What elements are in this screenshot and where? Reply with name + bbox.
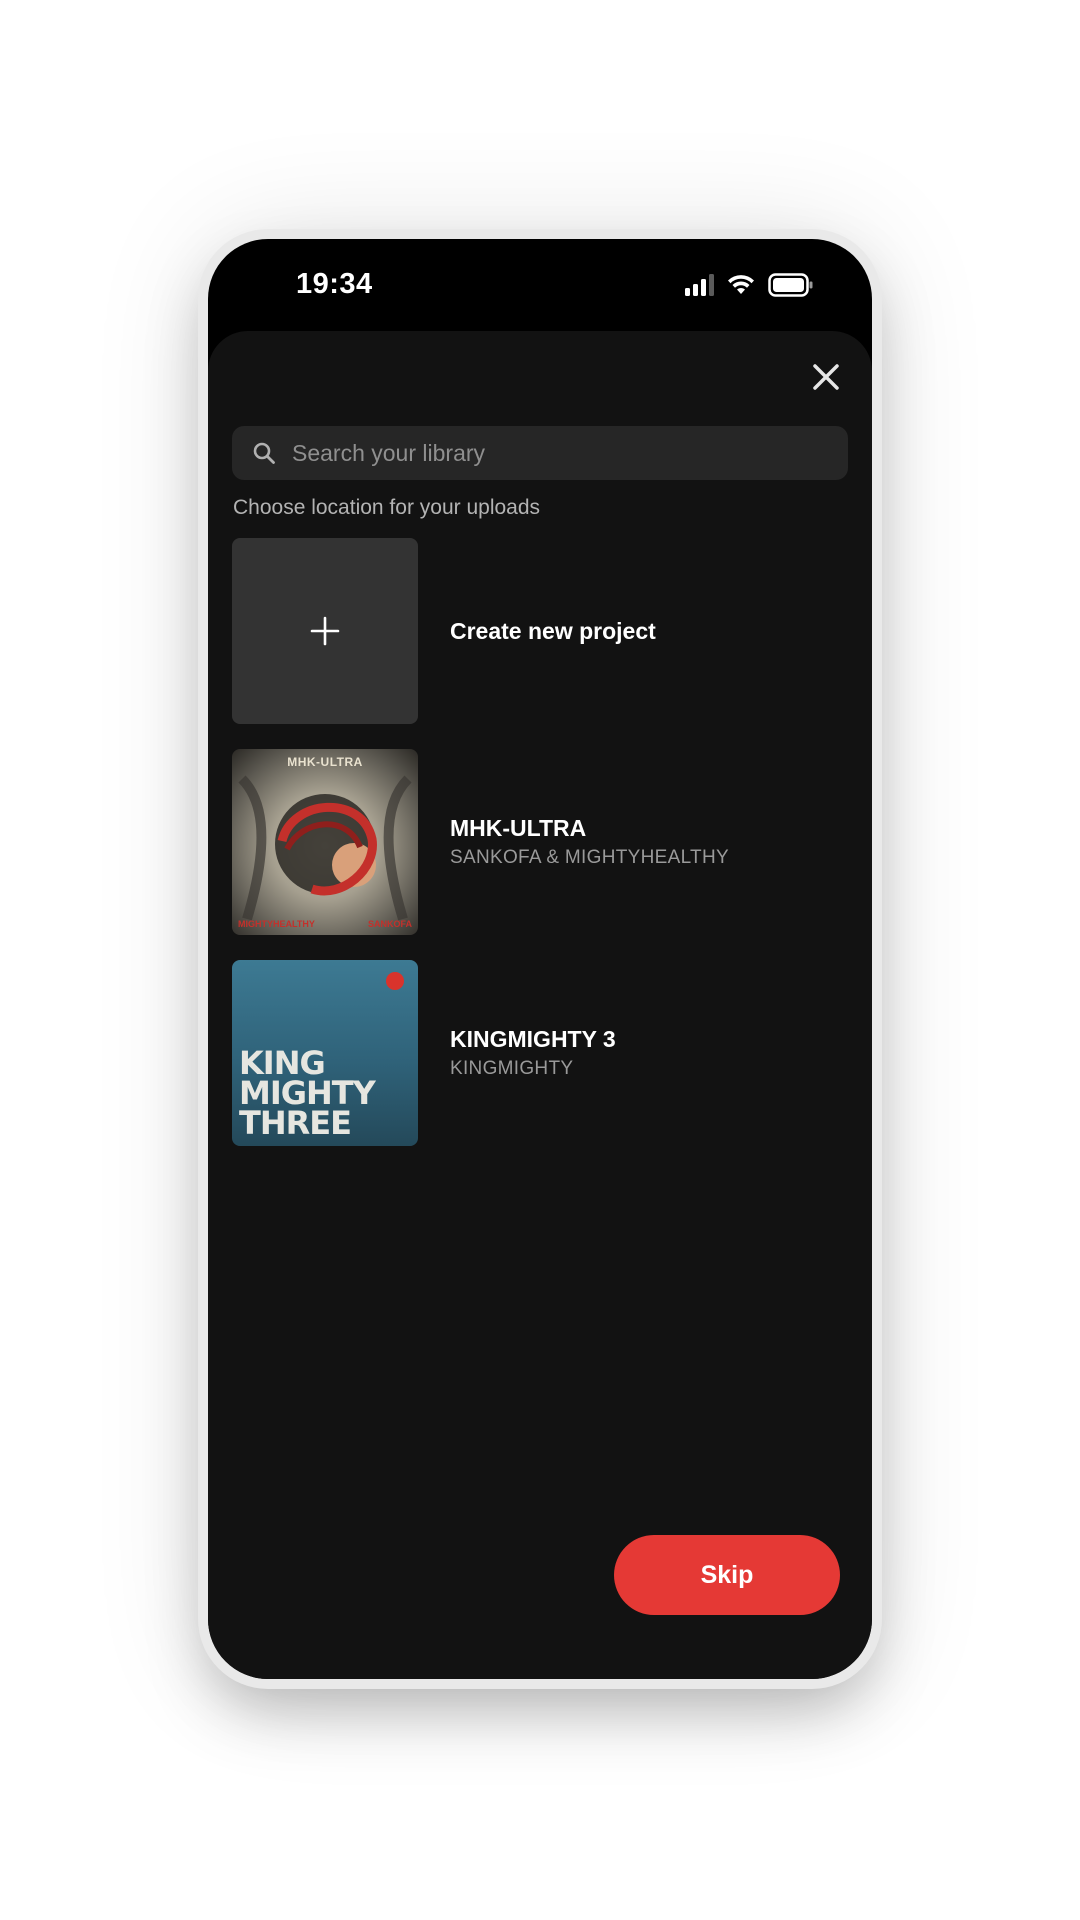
- close-icon: [813, 364, 839, 390]
- album-art-artist-right: SANKOFA: [367, 919, 412, 929]
- battery-icon: [768, 273, 813, 297]
- wifi-icon: [728, 275, 754, 294]
- skip-button[interactable]: Skip: [614, 1535, 840, 1615]
- location-picker-sheet: Choose location for your uploads Create …: [208, 331, 872, 1679]
- project-artist: SANKOFA & MIGHTYHEALTHY: [450, 847, 729, 868]
- status-bar: 19:34: [208, 239, 872, 331]
- project-text: KINGMIGHTY 3 KINGMIGHTY: [450, 1026, 616, 1080]
- close-button[interactable]: [808, 359, 844, 395]
- project-title: KINGMIGHTY 3: [450, 1026, 616, 1052]
- album-art-words: KING MIGHTY THREE: [239, 1047, 376, 1142]
- project-item-mhk-ultra[interactable]: MHK-ULTRA MIGHTYHEALTHY SANKOFA MHK-ULTR…: [232, 749, 848, 935]
- phone-frame: 19:34 Search your library Choose locatio…: [208, 239, 872, 1679]
- album-art-mhk-ultra: MHK-ULTRA MIGHTYHEALTHY SANKOFA: [232, 749, 418, 935]
- project-artist: KINGMIGHTY: [450, 1058, 574, 1079]
- project-text: MHK-ULTRA SANKOFA & MIGHTYHEALTHY: [450, 815, 729, 869]
- album-art-title: MHK-ULTRA: [287, 755, 363, 769]
- plus-icon: [310, 616, 340, 646]
- album-art-kingmighty-3: KING MIGHTY THREE: [232, 960, 418, 1146]
- create-new-label: Create new project: [450, 617, 656, 644]
- project-list: Create new project MHK-ULTRA MIGHTYHEALT…: [232, 538, 848, 1171]
- cellular-signal-icon: [685, 274, 714, 296]
- new-project-tile[interactable]: [232, 538, 418, 724]
- album-art-artist-left: MIGHTYHEALTHY: [238, 919, 315, 929]
- album-art-illustration: [238, 775, 412, 921]
- search-bar[interactable]: [232, 426, 848, 480]
- status-icons: [685, 273, 814, 297]
- album-art-badge: [386, 972, 404, 990]
- create-new-text: Create new project: [450, 618, 656, 645]
- project-title: MHK-ULTRA: [450, 815, 587, 841]
- album-art-word: THREE: [239, 1104, 352, 1142]
- search-input[interactable]: [290, 438, 810, 468]
- section-label: Choose location for your uploads: [233, 496, 541, 519]
- search-icon: [253, 442, 275, 464]
- create-new-project-item[interactable]: Create new project: [232, 538, 848, 724]
- status-time: 19:34: [296, 268, 373, 300]
- project-item-kingmighty-3[interactable]: KING MIGHTY THREE KINGMIGHTY 3 KINGMIGHT…: [232, 960, 848, 1146]
